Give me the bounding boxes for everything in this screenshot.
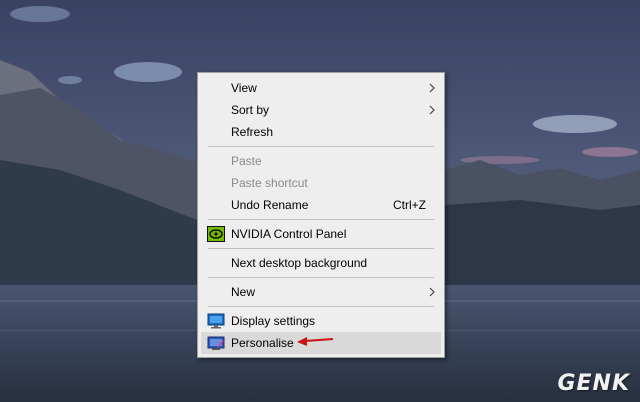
menu-item-view[interactable]: View	[198, 77, 444, 99]
menu-item-nvidia-control-panel[interactable]: NVIDIA Control Panel	[198, 223, 444, 245]
chevron-right-icon	[429, 287, 435, 297]
menu-item-label: Paste shortcut	[231, 176, 308, 190]
desktop-context-menu: View Sort by Refresh Paste Paste shortcu…	[197, 72, 445, 358]
menu-separator	[208, 306, 434, 307]
menu-item-label: Paste	[231, 154, 262, 168]
chevron-right-icon	[429, 105, 435, 115]
menu-item-label: Next desktop background	[231, 256, 368, 270]
menu-item-label: Refresh	[231, 125, 274, 139]
display-icon	[207, 313, 225, 329]
menu-item-new[interactable]: New	[198, 281, 444, 303]
personalise-icon	[207, 336, 225, 350]
menu-item-label: Sort by	[231, 103, 270, 117]
menu-item-sort-by[interactable]: Sort by	[198, 99, 444, 121]
menu-item-refresh[interactable]: Refresh	[198, 121, 444, 143]
chevron-right-icon	[429, 83, 435, 93]
menu-separator	[208, 219, 434, 220]
genk-watermark: GENK	[557, 371, 630, 396]
menu-separator	[208, 146, 434, 147]
shortcut-label: Ctrl+Z	[393, 198, 426, 212]
menu-item-undo-rename[interactable]: Undo Rename Ctrl+Z	[198, 194, 444, 216]
nvidia-icon	[207, 226, 225, 242]
menu-item-label: NVIDIA Control Panel	[231, 227, 347, 241]
menu-separator	[208, 248, 434, 249]
menu-item-label: Personalise	[231, 336, 294, 350]
menu-separator	[208, 277, 434, 278]
menu-item-label: View	[231, 81, 257, 95]
menu-item-display-settings[interactable]: Display settings	[198, 310, 444, 332]
menu-item-paste: Paste	[198, 150, 444, 172]
menu-item-next-desktop-background[interactable]: Next desktop background	[198, 252, 444, 274]
menu-item-paste-shortcut: Paste shortcut	[198, 172, 444, 194]
menu-item-label: Display settings	[231, 314, 316, 328]
menu-item-label: New	[231, 285, 256, 299]
red-annotation-arrow-icon	[297, 337, 334, 346]
menu-item-label: Undo Rename	[231, 198, 309, 212]
